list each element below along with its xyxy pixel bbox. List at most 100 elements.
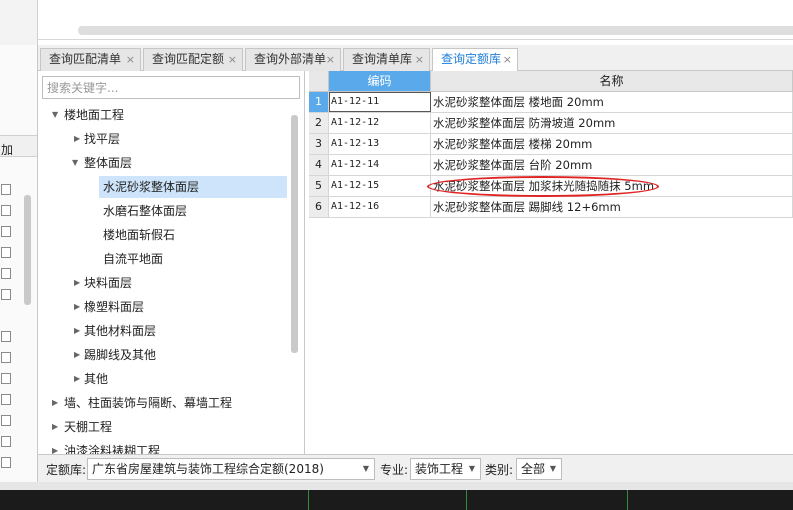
name-cell[interactable]: 水泥砂浆整体面层 防滑坡道 20mm (431, 113, 793, 133)
row-checkbox[interactable] (1, 247, 11, 258)
code-cell[interactable]: A1-12-13 (329, 134, 431, 154)
category-select[interactable]: 全部 ▼ (516, 458, 562, 480)
tree-scrollbar[interactable] (291, 115, 298, 353)
tree-node-selected[interactable]: 水泥砂浆整体面层 (99, 176, 287, 198)
tree-node[interactable]: ▶ 块料面层 (38, 272, 288, 294)
expand-arrow-icon[interactable]: ▶ (52, 392, 58, 414)
row-number: 6 (309, 197, 329, 217)
tree-node[interactable]: ▶ 油漆涂料裱糊工程 (38, 440, 288, 454)
row-number: 4 (309, 155, 329, 175)
tree-node-label: 墙、柱面装饰与隔断、幕墙工程 (64, 396, 233, 410)
tree-node-label: 其他材料面层 (84, 324, 157, 338)
close-icon[interactable]: × (326, 49, 335, 70)
table-row[interactable]: 6 A1-12-16 水泥砂浆整体面层 踢脚线 12+6mm (309, 197, 793, 218)
status-tick (466, 490, 467, 510)
table-row[interactable]: 2 A1-12-12 水泥砂浆整体面层 防滑坡道 20mm (309, 113, 793, 134)
tree-node-label: 块料面层 (84, 276, 133, 290)
code-cell[interactable]: A1-12-14 (329, 155, 431, 175)
tab-query-external-list[interactable]: 查询外部清单 × (245, 48, 341, 71)
close-icon[interactable]: × (415, 49, 424, 70)
table-row[interactable]: 5 A1-12-15 水泥砂浆整体面层 加浆抹光随捣随抹 5mm (309, 176, 793, 197)
tree-node[interactable]: ▼ 整体面层 (38, 152, 288, 174)
tab-label: 查询外部清单 (254, 52, 327, 66)
tree-node-label: 整体面层 (84, 156, 133, 170)
row-checkbox[interactable] (1, 352, 11, 363)
name-cell[interactable]: 水泥砂浆整体面层 加浆抹光随捣随抹 5mm (431, 176, 793, 196)
expand-arrow-icon[interactable]: ▼ (72, 152, 78, 174)
tree-node[interactable]: 自流平地面 (99, 248, 287, 270)
expand-arrow-icon[interactable]: ▼ (52, 104, 58, 126)
row-checkbox[interactable] (1, 436, 11, 447)
tree-node[interactable]: ▶ 橡塑料面层 (38, 296, 288, 318)
table-row[interactable]: 3 A1-12-13 水泥砂浆整体面层 楼梯 20mm (309, 134, 793, 155)
tab-query-list-library[interactable]: 查询清单库 × (343, 48, 430, 71)
status-tick (308, 490, 309, 510)
name-cell[interactable]: 水泥砂浆整体面层 台阶 20mm (431, 155, 793, 175)
expand-arrow-icon[interactable]: ▶ (74, 272, 80, 294)
close-icon[interactable]: × (503, 49, 512, 70)
tree-node[interactable]: ▶ 踢脚线及其他 (38, 344, 288, 366)
row-checkbox[interactable] (1, 457, 11, 468)
major-value: 装饰工程 (415, 462, 464, 476)
row-checkbox[interactable] (1, 226, 11, 237)
row-checkbox[interactable] (1, 415, 11, 426)
table-row[interactable]: 4 A1-12-14 水泥砂浆整体面层 台阶 20mm (309, 155, 793, 176)
tab-label: 查询清单库 (352, 52, 413, 66)
expand-arrow-icon[interactable]: ▶ (52, 440, 58, 454)
close-icon[interactable]: × (228, 49, 237, 70)
bottom-strip (0, 482, 793, 490)
tree-node[interactable]: 楼地面斩假石 (99, 224, 287, 246)
code-cell[interactable]: A1-12-15 (329, 176, 431, 196)
table-row[interactable]: 1 A1-12-11 水泥砂浆整体面层 楼地面 20mm (309, 92, 793, 113)
search-input[interactable] (42, 76, 300, 99)
query-tab-bar: 查询匹配清单 × 查询匹配定额 × 查询外部清单 × 查询清单库 × 查询定额库… (38, 45, 793, 72)
expand-arrow-icon[interactable]: ▶ (52, 416, 58, 438)
code-cell[interactable]: A1-12-11 (329, 92, 431, 112)
name-cell[interactable]: 水泥砂浆整体面层 楼地面 20mm (431, 92, 793, 112)
code-cell[interactable]: A1-12-12 (329, 113, 431, 133)
status-tick (627, 490, 628, 510)
row-checkbox[interactable] (1, 289, 11, 300)
tree-node[interactable]: ▼ 楼地面工程 (38, 104, 288, 126)
tree-node-label: 水泥砂浆整体面层 (103, 180, 200, 194)
tab-query-match-quota[interactable]: 查询匹配定额 × (143, 48, 243, 71)
code-cell[interactable]: A1-12-16 (329, 197, 431, 217)
tree-node[interactable]: ▶ 找平层 (38, 128, 288, 150)
row-checkbox[interactable] (1, 184, 11, 195)
row-checkbox[interactable] (1, 331, 11, 342)
tree-node-label: 天棚工程 (64, 420, 113, 434)
major-select[interactable]: 装饰工程 ▼ (410, 458, 481, 480)
horizontal-scrollbar[interactable] (78, 26, 793, 35)
tree-node[interactable]: ▶ 其他 (38, 368, 288, 390)
row-checkbox[interactable] (1, 268, 11, 279)
major-label: 专业: (380, 463, 409, 477)
row-checkbox[interactable] (1, 373, 11, 384)
expand-arrow-icon[interactable]: ▶ (74, 296, 80, 318)
tree-node[interactable]: 水磨石整体面层 (99, 200, 287, 222)
tree-node-label: 水磨石整体面层 (103, 204, 188, 218)
expand-arrow-icon[interactable]: ▶ (74, 344, 80, 366)
expand-arrow-icon[interactable]: ▶ (74, 320, 80, 342)
tree-node[interactable]: ▶ 其他材料面层 (38, 320, 288, 342)
name-cell[interactable]: 水泥砂浆整体面层 楼梯 20mm (431, 134, 793, 154)
quota-library-value: 广东省房屋建筑与装饰工程综合定额(2018) (92, 462, 324, 476)
quota-grid: 编码 名称 1 A1-12-11 水泥砂浆整体面层 楼地面 20mm 2 A1-… (309, 71, 793, 454)
quota-library-select[interactable]: 广东省房屋建筑与装饰工程综合定额(2018) ▼ (87, 458, 375, 480)
expand-arrow-icon[interactable]: ▶ (74, 368, 80, 390)
column-header-name[interactable]: 名称 (431, 71, 793, 92)
expand-arrow-icon[interactable]: ▶ (74, 128, 80, 150)
column-header-code[interactable]: 编码 (329, 71, 431, 92)
grid-corner[interactable] (309, 71, 329, 92)
row-number: 5 (309, 176, 329, 196)
tree-node[interactable]: ▶ 天棚工程 (38, 416, 288, 438)
tree-node[interactable]: ▶ 墙、柱面装饰与隔断、幕墙工程 (38, 392, 288, 414)
quota-category-tree: ▼ 楼地面工程 ▶ 找平层 ▼ 整体面层 水泥砂浆整体面层 水磨石整体面层 楼地… (38, 71, 305, 454)
tab-query-quota-library[interactable]: 查询定额库 × (432, 48, 518, 72)
name-cell[interactable]: 水泥砂浆整体面层 踢脚线 12+6mm (431, 197, 793, 217)
close-icon[interactable]: × (126, 49, 135, 70)
row-checkbox[interactable] (1, 394, 11, 405)
tab-query-match-list[interactable]: 查询匹配清单 × (40, 48, 141, 71)
left-panel-scrollbar[interactable] (24, 195, 31, 305)
tree-node-label: 找平层 (84, 132, 121, 146)
row-checkbox[interactable] (1, 205, 11, 216)
